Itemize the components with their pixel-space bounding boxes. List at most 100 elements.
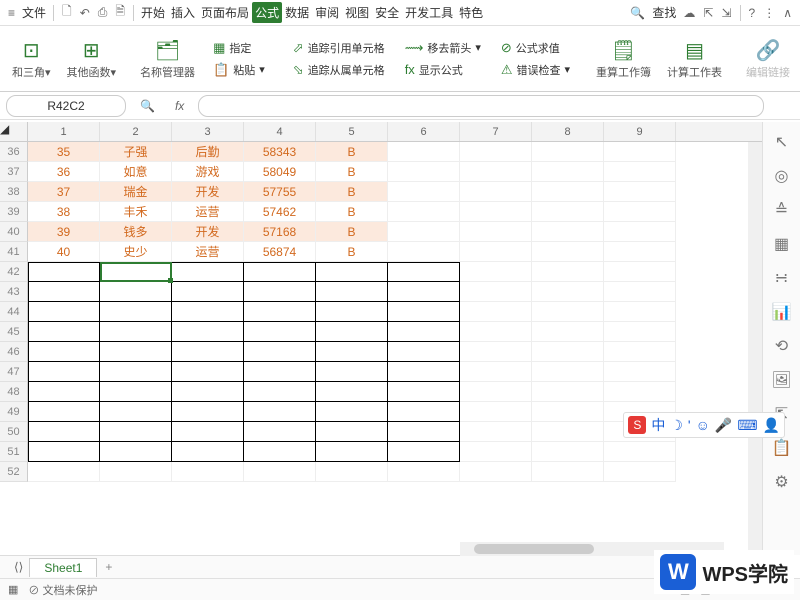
- cell[interactable]: [460, 282, 532, 302]
- cell[interactable]: [388, 262, 460, 282]
- cell[interactable]: [100, 462, 172, 482]
- cloud-icon[interactable]: ☁: [679, 4, 699, 22]
- cell[interactable]: [604, 262, 676, 282]
- cell[interactable]: [604, 142, 676, 162]
- cell[interactable]: [244, 442, 316, 462]
- ime-zhong[interactable]: 中: [651, 415, 665, 435]
- cell[interactable]: [604, 322, 676, 342]
- row-header[interactable]: 46: [0, 342, 28, 362]
- row-header[interactable]: 50: [0, 422, 28, 442]
- cell[interactable]: [28, 342, 100, 362]
- cell[interactable]: [532, 322, 604, 342]
- cell[interactable]: [28, 362, 100, 382]
- cell[interactable]: 史少: [100, 242, 172, 262]
- cell[interactable]: [100, 262, 172, 282]
- cell[interactable]: 57755: [244, 182, 316, 202]
- cell[interactable]: [460, 302, 532, 322]
- cell[interactable]: [388, 302, 460, 322]
- cell[interactable]: 35: [28, 142, 100, 162]
- ime-toolbar[interactable]: S 中 ☽ ' ☺ 🎤 ⌨ 👤: [623, 412, 785, 438]
- row-header[interactable]: 37: [0, 162, 28, 182]
- cell[interactable]: 39: [28, 222, 100, 242]
- cell[interactable]: [460, 242, 532, 262]
- cell[interactable]: [388, 402, 460, 422]
- row-header[interactable]: 41: [0, 242, 28, 262]
- cell[interactable]: [244, 262, 316, 282]
- cell[interactable]: [28, 402, 100, 422]
- settings-icon[interactable]: ⚙: [774, 472, 788, 492]
- cell[interactable]: 瑞金: [100, 182, 172, 202]
- cell[interactable]: [244, 282, 316, 302]
- cell[interactable]: B: [316, 202, 388, 222]
- row-header[interactable]: 43: [0, 282, 28, 302]
- cell[interactable]: [532, 362, 604, 382]
- cell[interactable]: [460, 182, 532, 202]
- tab-security[interactable]: 安全: [372, 2, 402, 23]
- cell[interactable]: [604, 362, 676, 382]
- row-header[interactable]: 38: [0, 182, 28, 202]
- cell[interactable]: 37: [28, 182, 100, 202]
- cell[interactable]: [244, 382, 316, 402]
- cell[interactable]: [604, 162, 676, 182]
- btn-trigonometry[interactable]: ⊡和三角▾: [6, 28, 57, 90]
- tab-devtools[interactable]: 开发工具: [402, 2, 456, 23]
- cell[interactable]: [316, 322, 388, 342]
- col-header[interactable]: 4: [244, 122, 316, 141]
- cell[interactable]: 游戏: [172, 162, 244, 182]
- cell[interactable]: [460, 462, 532, 482]
- save-icon[interactable]: 🗋: [58, 0, 76, 25]
- row-header[interactable]: 48: [0, 382, 28, 402]
- cell[interactable]: [244, 462, 316, 482]
- cell[interactable]: [532, 302, 604, 322]
- cell[interactable]: B: [316, 142, 388, 162]
- col-header[interactable]: 7: [460, 122, 532, 141]
- cell[interactable]: [100, 402, 172, 422]
- btn-recalcbook[interactable]: 🗒重算工作簿: [590, 28, 657, 90]
- cell[interactable]: [532, 442, 604, 462]
- select-icon[interactable]: ◎: [775, 166, 789, 186]
- fx-icon[interactable]: fx: [169, 99, 190, 113]
- cell[interactable]: [388, 242, 460, 262]
- cell[interactable]: [532, 162, 604, 182]
- row-header[interactable]: 36: [0, 142, 28, 162]
- cell[interactable]: [388, 142, 460, 162]
- btn-namemgr[interactable]: 🗂名称管理器: [134, 28, 201, 90]
- cell[interactable]: [100, 442, 172, 462]
- cell[interactable]: [460, 142, 532, 162]
- sheet-nav-icon[interactable]: ⟨⟩: [8, 560, 29, 574]
- cell[interactable]: [28, 322, 100, 342]
- find-icon[interactable]: 🔍: [134, 99, 161, 113]
- ime-mic-icon[interactable]: 🎤: [715, 417, 732, 434]
- col-header[interactable]: 5: [316, 122, 388, 141]
- cell[interactable]: [388, 442, 460, 462]
- cell[interactable]: [388, 282, 460, 302]
- cell[interactable]: [604, 302, 676, 322]
- cell[interactable]: [28, 262, 100, 282]
- cell[interactable]: [532, 402, 604, 422]
- cell[interactable]: [316, 262, 388, 282]
- chart-icon[interactable]: ∺: [775, 268, 788, 288]
- cursor-icon[interactable]: ↖: [775, 132, 788, 152]
- cell[interactable]: [388, 182, 460, 202]
- cell[interactable]: [532, 222, 604, 242]
- cell[interactable]: [388, 222, 460, 242]
- cell[interactable]: 57462: [244, 202, 316, 222]
- cell[interactable]: [172, 322, 244, 342]
- cell[interactable]: [460, 202, 532, 222]
- cell[interactable]: [100, 342, 172, 362]
- cell[interactable]: [172, 302, 244, 322]
- cell[interactable]: [100, 422, 172, 442]
- row-header[interactable]: 52: [0, 462, 28, 482]
- tab-insert[interactable]: 插入: [168, 2, 198, 23]
- ime-kbd-icon[interactable]: ⌨: [737, 417, 757, 434]
- cell[interactable]: [172, 442, 244, 462]
- help-icon[interactable]: ?: [745, 4, 760, 22]
- col-header[interactable]: 3: [172, 122, 244, 141]
- cell[interactable]: [532, 182, 604, 202]
- btn-specify[interactable]: ▦指定: [209, 38, 269, 58]
- cell[interactable]: [316, 462, 388, 482]
- cell[interactable]: 38: [28, 202, 100, 222]
- cell[interactable]: [460, 422, 532, 442]
- cell[interactable]: [604, 202, 676, 222]
- ime-s-icon[interactable]: S: [628, 416, 646, 434]
